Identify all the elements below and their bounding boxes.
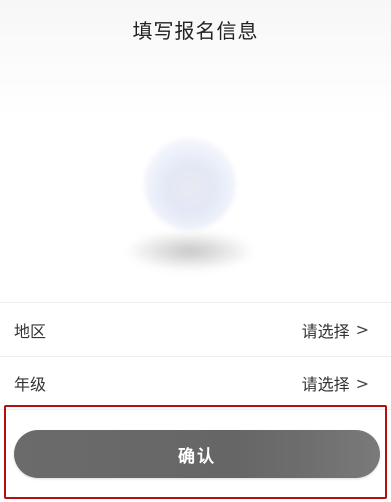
grade-label: 年级: [14, 375, 47, 394]
grade-select-row[interactable]: 年级 请选择 >: [0, 356, 391, 410]
region-select-row[interactable]: 地区 请选择 >: [0, 302, 391, 356]
page-title: 填写报名信息: [132, 18, 259, 43]
grade-select-value[interactable]: 请选择 >: [302, 371, 369, 395]
avatar-area: [120, 138, 260, 288]
region-select-value[interactable]: 请选择 >: [302, 318, 369, 342]
confirm-highlight-box: 确认: [4, 405, 387, 499]
page-header: 填写报名信息: [0, 0, 391, 58]
registration-page: 填写报名信息 地区 请选择 > 年级 请选择 > 确认: [0, 0, 391, 502]
avatar-placeholder-icon: [144, 138, 236, 230]
confirm-button[interactable]: 确认: [14, 430, 380, 478]
avatar-shadow: [128, 232, 252, 270]
chevron-right-icon: >: [355, 320, 369, 339]
region-label: 地区: [14, 321, 47, 341]
registration-form: 地区 请选择 > 年级 请选择 >: [0, 302, 391, 410]
region-placeholder: 请选择: [301, 321, 350, 341]
chevron-right-icon: >: [355, 373, 369, 393]
grade-placeholder: 请选择: [301, 375, 350, 394]
